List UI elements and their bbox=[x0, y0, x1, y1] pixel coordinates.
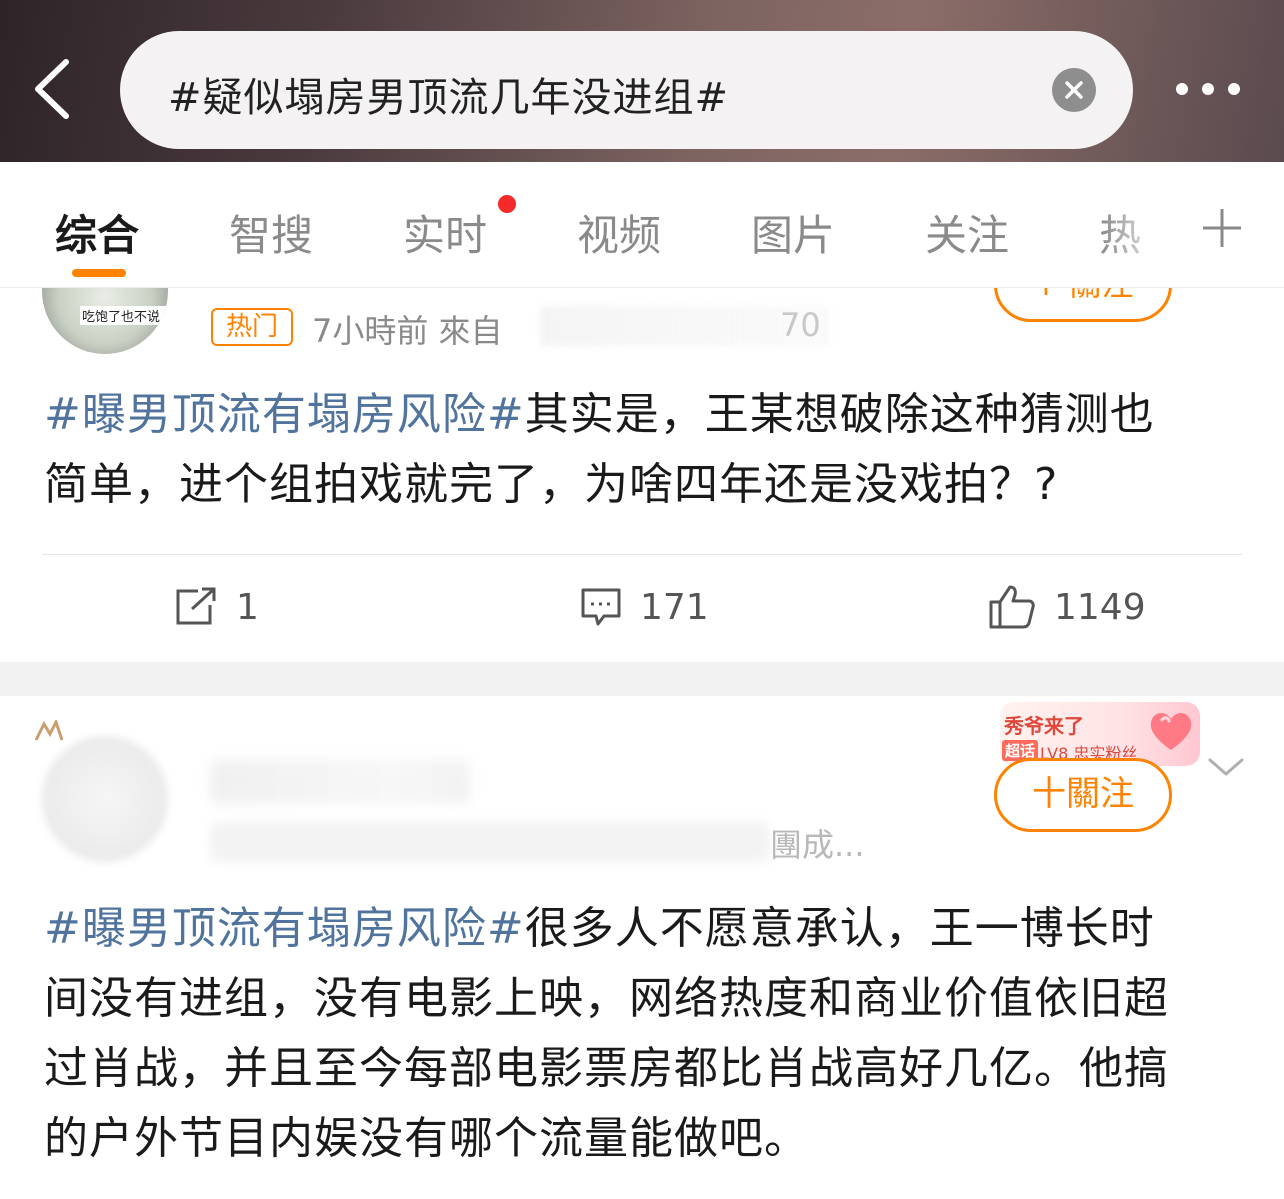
username-blurred[interactable] bbox=[210, 760, 470, 804]
active-tab-indicator bbox=[72, 269, 126, 277]
fan-badge[interactable]: 秀爷来了 超话 LV8 忠实粉丝 bbox=[1000, 702, 1200, 766]
fan-badge-title: 秀爷来了 bbox=[1004, 714, 1084, 738]
hashtag-link[interactable]: #曝男顶流有塌房风险# bbox=[44, 903, 525, 954]
tab-bar: 综合 智搜 实时 视频 图片 关注 热 bbox=[0, 162, 1284, 288]
comment-icon bbox=[581, 588, 621, 626]
repost-button[interactable]: 1 bbox=[174, 584, 259, 630]
tab-视频[interactable]: 视频 bbox=[577, 202, 661, 263]
post-text[interactable]: #曝男顶流有塌房风险#其实是，王某想破除这种猜测也 简单，进个组拍戏就完了，为啥… bbox=[44, 380, 1155, 520]
search-query-text: #疑似塌房男顶流几年没进组# bbox=[168, 75, 730, 121]
avatar[interactable]: 吃饱了也不说 一直 bbox=[42, 288, 168, 354]
tab-实时[interactable]: 实时 bbox=[403, 202, 487, 263]
new-content-dot bbox=[498, 195, 516, 213]
repost-icon bbox=[176, 587, 216, 625]
add-tab-icon[interactable] bbox=[1200, 206, 1244, 250]
post-card: 吃饱了也不说 一直 + 關注 热门 7小時前 來自 70 #曝男顶流有塌房风险#… bbox=[0, 288, 1284, 662]
repost-count: 1 bbox=[236, 586, 259, 628]
follow-button[interactable]: 十關注 bbox=[994, 758, 1172, 832]
tab-图片[interactable]: 图片 bbox=[751, 202, 835, 263]
post-meta: 7小時前 來自 bbox=[312, 312, 503, 350]
avatar-sticker-text: 吃饱了也不说 一直 bbox=[80, 306, 168, 325]
post-text[interactable]: #曝男顶流有塌房风险#很多人不愿意承认，王一博长时 间没有进组，没有电影上映，网… bbox=[44, 894, 1169, 1174]
thumbs-up-icon bbox=[989, 585, 1035, 629]
post-meta-tail: 70 bbox=[780, 306, 821, 344]
like-count: 1149 bbox=[1054, 586, 1146, 628]
hashtag-link[interactable]: #曝男顶流有塌房风险# bbox=[44, 389, 525, 440]
more-options-icon[interactable] bbox=[1168, 74, 1248, 104]
comment-button[interactable]: 171 bbox=[580, 584, 709, 630]
comment-count: 171 bbox=[640, 586, 709, 628]
avatar-decoration-icon bbox=[34, 720, 64, 741]
tab-综合[interactable]: 综合 bbox=[55, 202, 139, 263]
divider bbox=[42, 554, 1242, 555]
like-button[interactable]: 1149 bbox=[988, 584, 1146, 630]
back-arrow-icon[interactable] bbox=[28, 58, 82, 120]
meta-blurred bbox=[210, 822, 770, 862]
tab-fade bbox=[1100, 192, 1190, 262]
tab-关注[interactable]: 关注 bbox=[925, 202, 1009, 263]
post-card: 團成... 秀爷来了 超话 LV8 忠实粉丝 十關注 #曝男顶流有塌房风险#很多… bbox=[0, 696, 1284, 1199]
follow-button[interactable]: + 關注 bbox=[994, 288, 1172, 322]
top-bar: #疑似塌房男顶流几年没进组# bbox=[0, 0, 1284, 162]
chevron-down-icon[interactable] bbox=[1206, 752, 1246, 782]
card-separator bbox=[0, 662, 1284, 696]
hot-badge: 热门 bbox=[211, 308, 293, 346]
heart-icon bbox=[1150, 713, 1192, 750]
clear-search-icon[interactable] bbox=[1052, 68, 1096, 112]
avatar[interactable] bbox=[42, 736, 168, 862]
tab-智搜[interactable]: 智搜 bbox=[229, 202, 313, 263]
search-input[interactable]: #疑似塌房男顶流几年没进组# bbox=[120, 31, 1133, 149]
post-meta-tail: 團成... bbox=[770, 826, 865, 864]
